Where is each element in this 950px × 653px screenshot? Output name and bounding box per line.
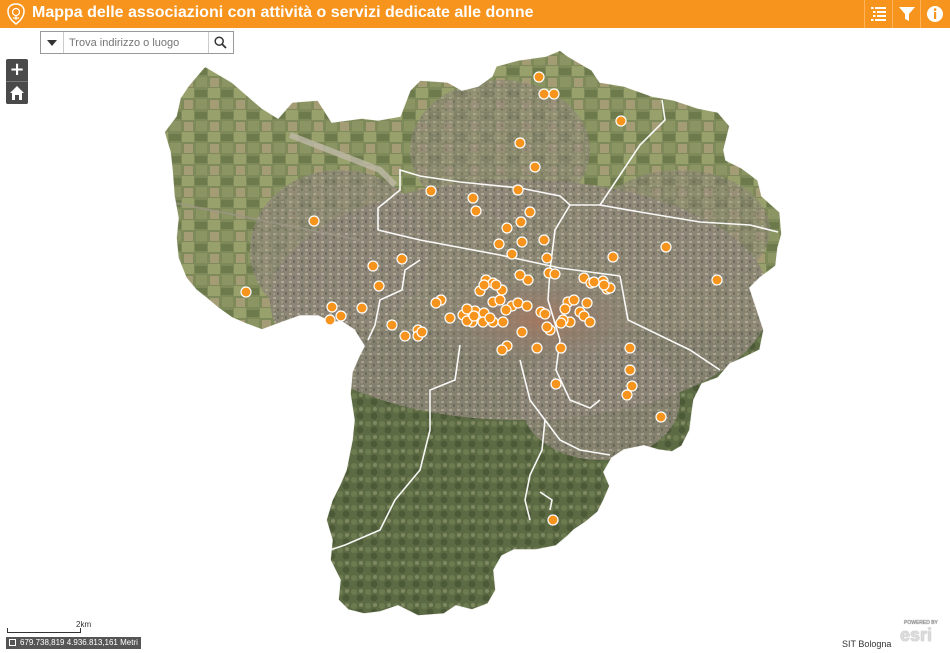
association-marker[interactable] [549,268,561,280]
search-button[interactable] [208,32,233,53]
association-marker[interactable] [516,326,528,338]
coordinates-text: 679.738,819 4.936.813,161 Metri [20,638,138,647]
association-marker[interactable] [598,279,610,291]
association-marker[interactable] [529,161,541,173]
association-marker[interactable] [501,222,513,234]
city-crest-icon [7,3,25,25]
filter-icon [899,7,915,21]
association-marker[interactable] [326,301,338,313]
association-marker[interactable] [533,71,545,83]
association-marker[interactable] [550,378,562,390]
association-marker[interactable] [494,294,506,306]
association-marker[interactable] [444,312,456,324]
scale-bar [7,628,81,633]
association-marker[interactable] [516,236,528,248]
association-marker[interactable] [615,115,627,127]
association-marker[interactable] [500,304,512,316]
association-marker[interactable] [425,185,437,197]
app-header: Mappa delle associazioni con attività o … [0,0,950,28]
association-marker[interactable] [559,303,571,315]
association-marker[interactable] [396,253,408,265]
association-marker[interactable] [581,297,593,309]
association-marker[interactable] [324,314,336,326]
list-icon [871,7,886,21]
association-marker[interactable] [430,297,442,309]
association-marker[interactable] [555,342,567,354]
zoom-in-button[interactable]: + [6,59,28,81]
search-icon [214,36,227,49]
map-view[interactable]: + − 2km 679.738,819 4.936.813,161 Metri … [0,28,950,653]
association-marker[interactable] [531,342,543,354]
search-source-dropdown[interactable] [41,32,64,53]
info-icon [927,6,943,22]
home-icon [10,86,24,100]
association-marker[interactable] [467,192,479,204]
association-marker[interactable] [624,342,636,354]
association-marker[interactable] [524,206,536,218]
association-marker[interactable] [490,279,502,291]
association-marker[interactable] [538,234,550,246]
home-button[interactable] [6,82,28,104]
filter-button[interactable] [892,0,921,28]
search-widget [40,31,234,54]
association-marker[interactable] [515,216,527,228]
association-marker[interactable] [308,215,320,227]
search-input[interactable] [65,33,209,52]
association-marker[interactable] [240,286,252,298]
association-marker[interactable] [470,205,482,217]
esri-logo: POWERED BY esri [900,620,938,646]
association-marker[interactable] [538,88,550,100]
association-marker[interactable] [335,310,347,322]
caret-down-icon [47,40,57,46]
association-marker[interactable] [497,316,509,328]
association-marker[interactable] [568,294,580,306]
association-marker[interactable] [373,280,385,292]
attribution-text: SIT Bologna [842,639,892,649]
association-marker[interactable] [588,276,600,288]
association-marker[interactable] [539,308,551,320]
association-marker[interactable] [478,279,490,291]
association-marker[interactable] [484,312,496,324]
association-marker[interactable] [624,364,636,376]
association-marker[interactable] [621,389,633,401]
esri-powered-text: POWERED BY [904,620,938,626]
association-marker[interactable] [468,310,480,322]
page-title: Mappa delle associazioni con attività o … [32,4,534,21]
association-marker[interactable] [521,300,533,312]
coordinates-readout: 679.738,819 4.936.813,161 Metri [6,637,141,649]
association-marker[interactable] [386,319,398,331]
legend-button[interactable] [864,0,893,28]
association-marker[interactable] [555,317,567,329]
association-marker[interactable] [356,302,368,314]
association-marker[interactable] [655,411,667,423]
association-marker[interactable] [584,316,596,328]
association-marker[interactable] [547,514,559,526]
association-marker[interactable] [541,321,553,333]
esri-logo-text: esri [900,625,933,645]
association-marker[interactable] [416,326,428,338]
association-marker[interactable] [514,269,526,281]
association-marker[interactable] [367,260,379,272]
association-marker[interactable] [496,344,508,356]
association-marker[interactable] [514,137,526,149]
crosshair-icon [9,639,16,646]
association-marker[interactable] [512,184,524,196]
association-marker[interactable] [493,238,505,250]
association-marker[interactable] [548,88,560,100]
association-marker[interactable] [711,274,723,286]
association-marker[interactable] [541,252,553,264]
association-marker[interactable] [506,248,518,260]
association-marker[interactable] [660,241,672,253]
association-marker[interactable] [399,330,411,342]
info-button[interactable] [920,0,950,28]
association-marker[interactable] [626,380,638,392]
association-marker[interactable] [607,251,619,263]
